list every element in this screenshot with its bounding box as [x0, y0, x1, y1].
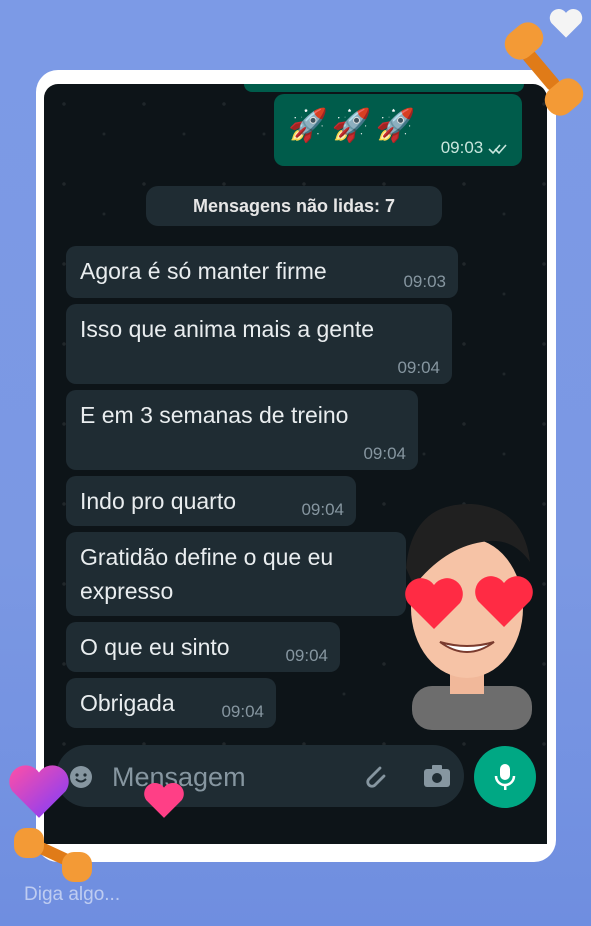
purple-heart-icon — [9, 765, 69, 818]
incoming-message[interactable]: E em 3 semanas de treino 09:04 — [66, 390, 418, 470]
message-text: Indo pro quarto — [80, 488, 237, 514]
heart-eye-right-icon — [475, 576, 533, 627]
message-time: 09:04 — [285, 646, 328, 665]
double-check-icon — [488, 143, 507, 154]
outgoing-message[interactable]: 🚀🚀🚀 09:03 — [274, 94, 522, 166]
previous-outgoing-bubble — [244, 84, 524, 92]
message-text: E em 3 semanas de treino — [80, 402, 349, 428]
mic-icon — [494, 764, 516, 790]
pink-heart-icon — [144, 782, 184, 818]
message-time: 09:04 — [221, 702, 264, 721]
incoming-message[interactable]: Obrigada 09:04 — [66, 678, 276, 728]
story-reply-placeholder[interactable]: Diga algo... — [24, 884, 120, 906]
android-nav-bar — [44, 818, 547, 844]
attach-icon[interactable] — [360, 762, 390, 792]
message-time: 09:04 — [397, 358, 440, 377]
message-text: O que eu sinto — [80, 634, 230, 660]
incoming-message[interactable]: Agora é só manter firme 09:03 — [66, 246, 458, 298]
message-text-line2: expresso — [80, 578, 174, 604]
dumbbell-icon — [14, 828, 92, 882]
message-text: Isso que anima mais a gente — [80, 316, 375, 342]
message-text: Gratidão define o que eu — [80, 544, 334, 570]
incoming-message[interactable]: Isso que anima mais a gente 09:04 — [66, 304, 452, 384]
message-text: Obrigada — [80, 690, 175, 716]
message-time: 09:04 — [363, 444, 406, 463]
message-text: Agora é só manter firme — [80, 258, 327, 284]
message-time: 09:04 — [301, 500, 344, 519]
white-heart-icon — [549, 9, 583, 38]
rocket-emojis: 🚀🚀🚀 — [288, 107, 420, 143]
camera-icon[interactable] — [422, 763, 452, 789]
outgoing-time: 09:03 — [441, 138, 508, 158]
incoming-message[interactable]: Gratidão define o que eu expresso — [66, 532, 406, 616]
heart-eye-left-icon — [405, 578, 463, 629]
whatsapp-chat: 🚀🚀🚀 09:03 Mensagens não lidas: 7 Agora é… — [44, 84, 547, 844]
incoming-message[interactable]: Indo pro quarto 09:04 — [66, 476, 356, 526]
incoming-message[interactable]: O que eu sinto 09:04 — [66, 622, 340, 672]
unread-messages-badge: Mensagens não lidas: 7 — [146, 186, 442, 226]
message-composer[interactable]: Mensagem — [56, 745, 464, 807]
message-time: 09:03 — [403, 272, 446, 291]
mic-button[interactable] — [474, 746, 536, 808]
